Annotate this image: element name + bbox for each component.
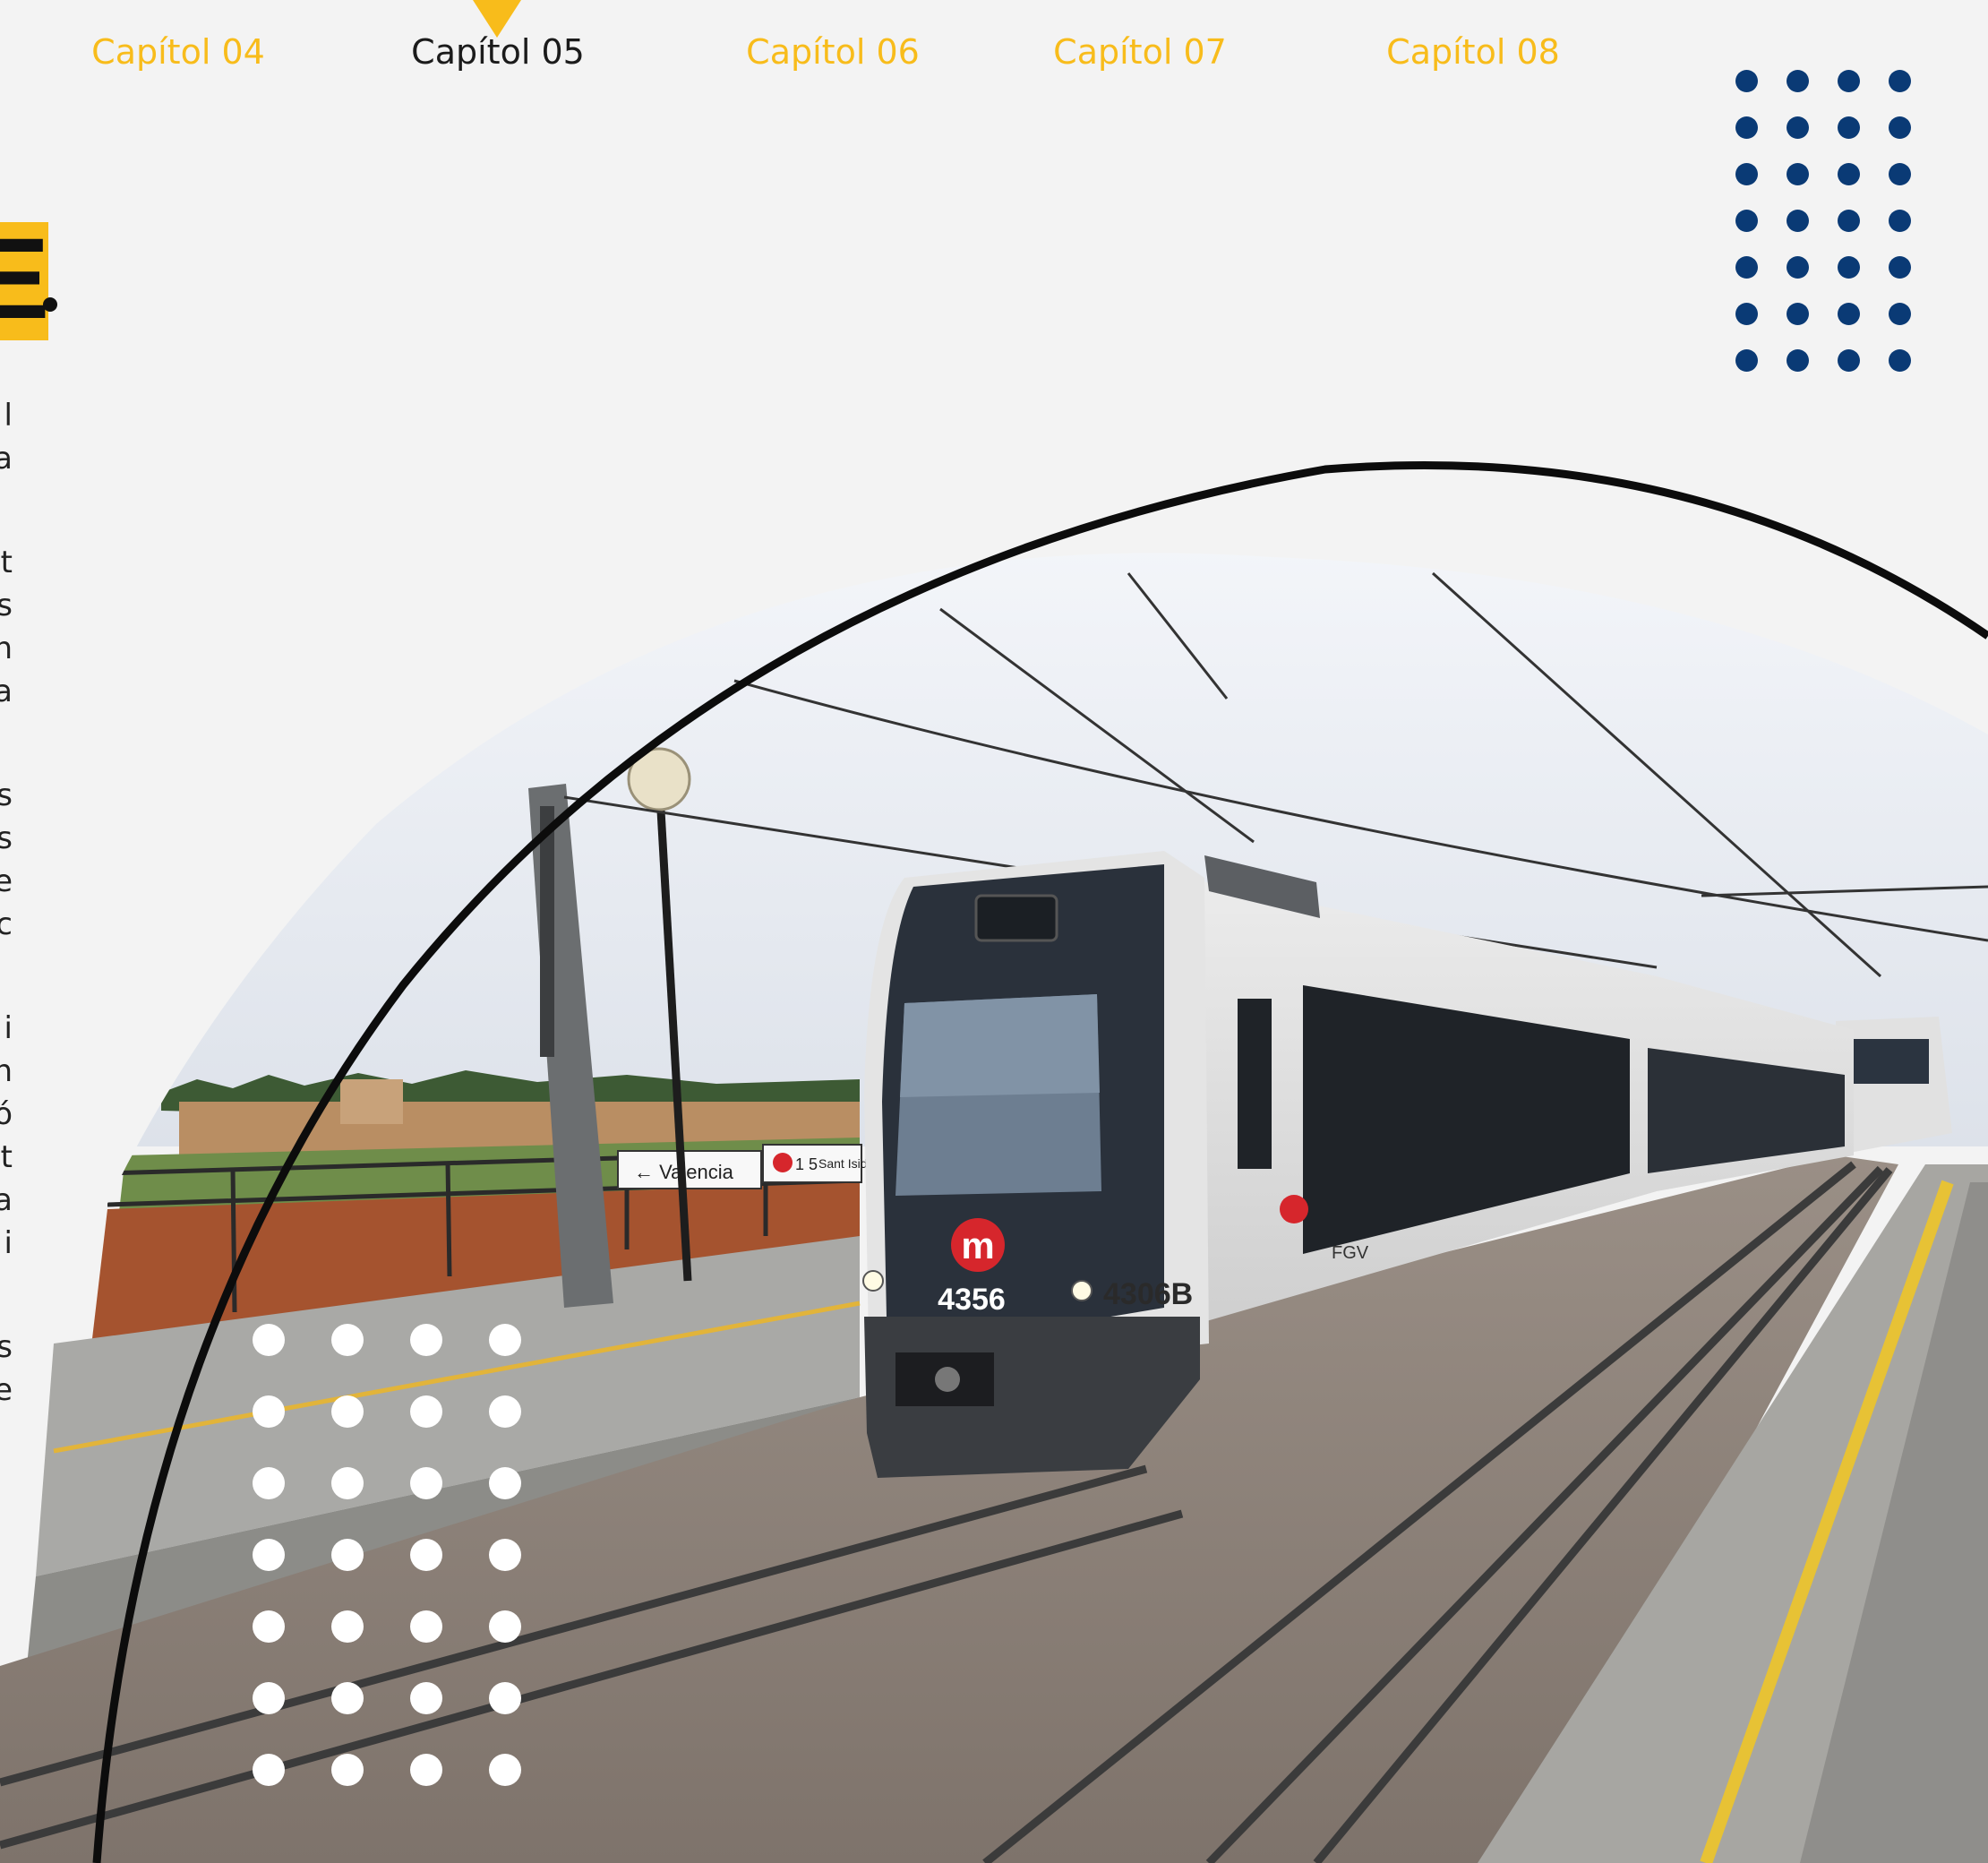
decorative-dot (489, 1539, 521, 1571)
decorative-dot (410, 1395, 442, 1428)
decorative-dot (489, 1754, 521, 1786)
decorative-dot (410, 1610, 442, 1643)
decorative-dot (253, 1395, 285, 1428)
decorative-dot (253, 1610, 285, 1643)
operator-mark: FGV (1332, 1243, 1369, 1263)
line-badge: 1 5 (795, 1155, 818, 1173)
decorative-dot (331, 1754, 364, 1786)
decorative-dot (331, 1324, 364, 1356)
decorative-dot (253, 1467, 285, 1499)
decorative-dot (253, 1324, 285, 1356)
decorative-dot (331, 1682, 364, 1714)
decorative-dot (253, 1754, 285, 1786)
decorative-dot (331, 1610, 364, 1643)
decorative-dot (331, 1539, 364, 1571)
decorative-dot-grid-white (253, 1324, 539, 1790)
decorative-dot (410, 1754, 442, 1786)
decorative-dot (489, 1395, 521, 1428)
decorative-dot (489, 1682, 521, 1714)
decorative-dot (489, 1467, 521, 1499)
decorative-dot (489, 1610, 521, 1643)
decorative-dot (489, 1324, 521, 1356)
decorative-dot (410, 1539, 442, 1571)
train-front-number: 4356 (938, 1283, 1006, 1317)
decorative-dot (253, 1682, 285, 1714)
decorative-dot (410, 1467, 442, 1499)
train-side-number: 4306B (1103, 1277, 1193, 1311)
train-logo: m (961, 1224, 994, 1266)
decorative-dot (410, 1324, 442, 1356)
decorative-dot (331, 1467, 364, 1499)
decorative-dot (410, 1682, 442, 1714)
decorative-dot (331, 1395, 364, 1428)
decorative-dot (253, 1539, 285, 1571)
